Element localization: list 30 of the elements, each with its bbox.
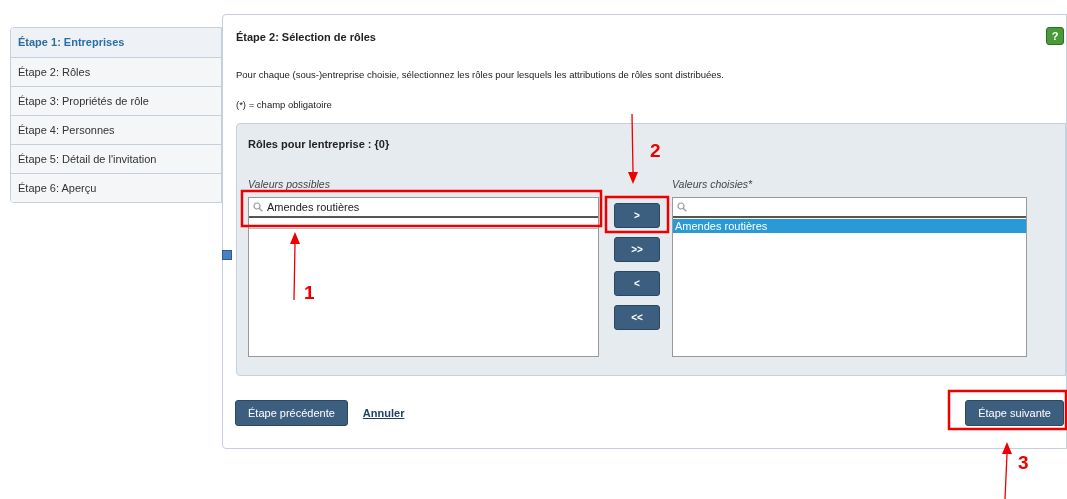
cancel-link[interactable]: Annuler [362,404,405,422]
help-button[interactable]: ? [1046,27,1064,45]
annotation-number: 1 [304,281,315,305]
annotation-arrow [290,232,300,301]
panel-title: Rôles pour lentreprise : {0} [248,137,390,152]
annotation-arrow [628,113,638,184]
section-title: Étape 2: Sélection de rôles [236,30,376,45]
search-field[interactable]: Amendes routières [267,199,360,216]
step-item[interactable]: Étape 3: Propriétés de rôle [11,86,221,115]
search-icon [677,202,687,213]
required-note: (*) = champ obligatoire [236,97,333,112]
step-item[interactable]: Étape 1: Entreprises [11,28,221,57]
list-label: Valeurs possibles [248,176,331,192]
annotation-number: 2 [650,139,661,163]
step-item[interactable]: Étape 4: Personnes [11,115,221,144]
step-item[interactable]: Étape 5: Détail de l'invitation [11,144,221,173]
move-button[interactable]: > [614,202,660,228]
annotation-number: 3 [1018,451,1029,475]
move-button[interactable]: >> [614,236,660,262]
list-label: Valeurs choisies* [672,176,754,192]
step-item[interactable]: Étape 2: Rôles [11,57,221,86]
step-item[interactable]: Étape 6: Aperçu [11,173,221,202]
next-step-button[interactable]: Étape suivante [965,400,1064,426]
search-icon [253,202,263,213]
move-button[interactable]: < [614,270,660,296]
move-button[interactable]: << [614,304,660,330]
previous-step-button[interactable]: Étape précédente [235,400,348,426]
description-text: Pour chaque (sous-)entreprise choisie, sélectionnez les rôles pour lesquels les attributions de rôles sont distribuées. [236,67,725,82]
annotation-arrow [1002,442,1012,499]
collapse-handle[interactable] [222,250,232,260]
